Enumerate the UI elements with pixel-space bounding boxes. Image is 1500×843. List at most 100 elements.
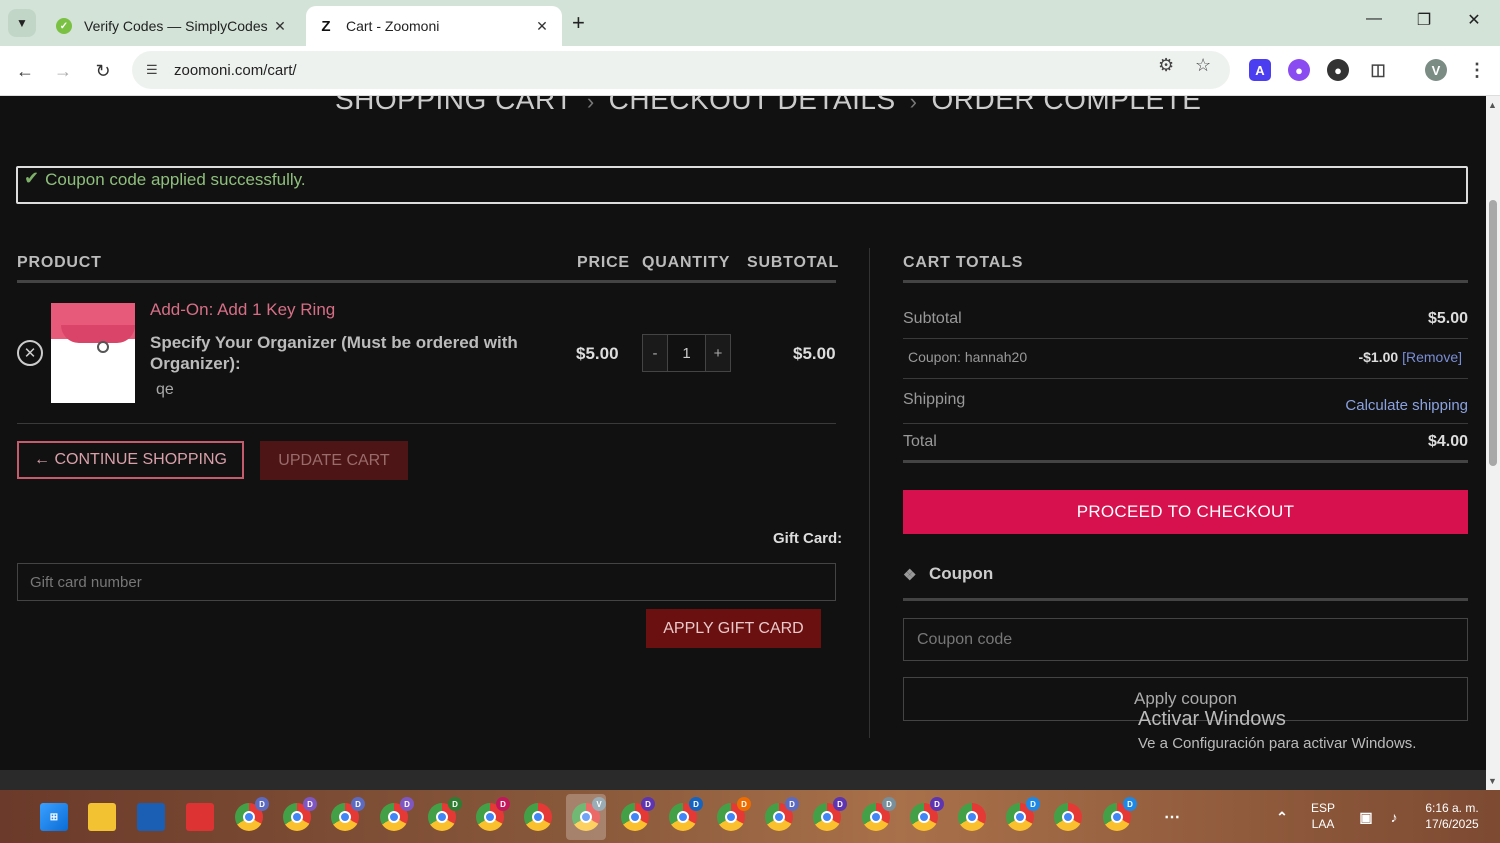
forward-icon[interactable]: →	[50, 58, 76, 84]
scroll-down-icon[interactable]: ▼	[1488, 776, 1497, 786]
divider	[903, 460, 1468, 463]
proceed-to-checkout-button[interactable]: PROCEED TO CHECKOUT	[903, 490, 1468, 534]
vertical-scrollbar[interactable]: ▲ ▼	[1486, 96, 1500, 790]
site-settings-icon[interactable]: ☰	[146, 62, 162, 78]
chrome-taskbar-icon[interactable]	[1054, 803, 1082, 831]
tab-search-button[interactable]: ▼	[8, 9, 36, 37]
chrome-taskbar-icon[interactable]: D	[476, 797, 510, 831]
tab-title: Cart - Zoomoni	[346, 18, 440, 34]
product-option-value: qe	[156, 381, 174, 398]
reload-icon[interactable]: ↻	[90, 58, 116, 84]
chrome-taskbar-icon[interactable]: D	[235, 797, 269, 831]
quantity-decrease-button[interactable]: -	[643, 335, 667, 371]
product-thumbnail[interactable]	[51, 303, 135, 403]
gift-card-input[interactable]	[17, 563, 836, 601]
remove-coupon-link[interactable]: [Remove]	[1402, 349, 1462, 365]
apply-gift-card-button[interactable]: APPLY GIFT CARD	[646, 609, 821, 648]
windows-start-icon[interactable]: ⊞	[40, 803, 68, 831]
chrome-taskbar-icon[interactable]: D	[669, 797, 703, 831]
divider	[903, 280, 1468, 283]
restore-icon[interactable]: ❐	[1412, 10, 1436, 30]
new-tab-button[interactable]: +	[572, 10, 585, 36]
profile-badge: D	[1026, 797, 1040, 811]
chrome-taskbar-icon[interactable]: D	[380, 797, 414, 831]
chrome-taskbar-icon[interactable]: D	[765, 797, 799, 831]
more-menu-icon[interactable]: ⋮	[1466, 59, 1488, 81]
profile-badge: D	[400, 797, 414, 811]
remove-item-button[interactable]: ✕	[17, 340, 43, 366]
page-content: SHOPPING CART › CHECKOUT DETAILS › ORDER COM…	[0, 96, 1486, 770]
minimize-icon[interactable]: —	[1362, 10, 1386, 28]
profile-badge: D	[882, 797, 896, 811]
volume-icon[interactable]: ♪	[1380, 803, 1408, 831]
app-red-icon[interactable]	[186, 803, 214, 831]
continue-shopping-button[interactable]: ← CONTINUE SHOPPING	[17, 441, 244, 479]
quantity-increase-button[interactable]: +	[706, 335, 730, 371]
address-bar[interactable]: ☰ zoomoni.com/cart/	[132, 51, 1230, 89]
browser-tab-bar: ▼ ✓ Verify Codes — SimplyCodes ✕ Z Cart …	[0, 0, 1500, 46]
header-product: PRODUCT	[17, 254, 102, 271]
profile-badge: D	[448, 797, 462, 811]
quantity-input[interactable]: 1	[667, 335, 706, 371]
profile-badge: D	[833, 797, 847, 811]
chrome-taskbar-icon[interactable]: D	[910, 797, 944, 831]
chrome-taskbar-icon[interactable]: D	[1103, 797, 1137, 831]
divider	[17, 423, 836, 424]
chevron-up-icon[interactable]: ⌃	[1268, 803, 1296, 831]
back-icon[interactable]: ←	[12, 58, 38, 84]
extension-purple-icon[interactable]: ●	[1288, 59, 1310, 81]
bookmark-star-icon[interactable]: ☆	[1195, 55, 1211, 76]
step-shopping-cart[interactable]: SHOPPING CART	[335, 96, 573, 115]
language-layout: LAA	[1311, 817, 1335, 831]
header-quantity: QUANTITY	[642, 254, 731, 271]
divider	[903, 378, 1468, 379]
close-icon[interactable]: ✕	[534, 18, 550, 35]
scroll-up-icon[interactable]: ▲	[1488, 100, 1497, 110]
notice-message: Coupon code applied successfully.	[45, 170, 306, 189]
clock-date: 17/6/2025	[1425, 817, 1479, 831]
chrome-taskbar-icon[interactable]: D	[813, 797, 847, 831]
window-close-icon[interactable]: ✕	[1462, 10, 1486, 30]
language-indicator[interactable]: ESP LAA	[1306, 800, 1340, 832]
calculate-shipping-link[interactable]: Calculate shipping	[1345, 397, 1468, 414]
windows-taskbar: ⊞ DDDDDDVDDDDDDDDD ⋯ ⌃ ESP LAA ▣ ♪ 6:16 …	[0, 790, 1500, 843]
checkout-steps: SHOPPING CART › CHECKOUT DETAILS › ORDER COM…	[335, 96, 1201, 116]
step-checkout-details[interactable]: CHECKOUT DETAILS	[609, 96, 896, 115]
file-explorer-icon[interactable]	[88, 803, 116, 831]
profile-avatar[interactable]: V	[1425, 59, 1447, 81]
network-icon[interactable]: ▣	[1352, 803, 1380, 831]
chevron-right-icon: ›	[586, 96, 595, 114]
tab-simplycodes[interactable]: ✓ Verify Codes — SimplyCodes ✕	[44, 6, 300, 46]
cart-totals-heading: CART TOTALS	[903, 254, 1024, 271]
taskbar-more-icon[interactable]: ⋯	[1158, 803, 1186, 831]
translate-icon[interactable]: ⚙	[1158, 55, 1174, 76]
language-code: ESP	[1310, 801, 1335, 815]
tab-zoomoni[interactable]: Z Cart - Zoomoni ✕	[306, 6, 562, 46]
extension-a-icon[interactable]: A	[1249, 59, 1271, 81]
chrome-taskbar-icon[interactable]: D	[1006, 797, 1040, 831]
profile-badge: D	[689, 797, 703, 811]
chrome-taskbar-icon[interactable]: D	[331, 797, 365, 831]
product-option-label: Specify Your Organizer (Must be ordered …	[150, 333, 518, 373]
item-price: $5.00	[576, 344, 619, 363]
header-price: PRICE	[577, 254, 630, 271]
extensions-puzzle-icon[interactable]: ◫	[1367, 59, 1389, 81]
chrome-taskbar-icon[interactable]	[958, 803, 986, 831]
product-name-link[interactable]: Add-On: Add 1 Key Ring	[150, 300, 335, 320]
chrome-taskbar-icon[interactable]: D	[621, 797, 655, 831]
update-cart-button[interactable]: UPDATE CART	[260, 441, 408, 480]
close-icon: ✕	[23, 345, 37, 362]
chrome-taskbar-icon[interactable]	[524, 803, 552, 831]
chrome-taskbar-icon[interactable]: D	[862, 797, 896, 831]
gift-card-label: Gift Card:	[773, 530, 843, 547]
extension-mask-icon[interactable]: ●	[1327, 59, 1349, 81]
coupon-code-input[interactable]	[903, 618, 1468, 661]
chrome-taskbar-icon[interactable]: D	[717, 797, 751, 831]
system-clock[interactable]: 6:16 a. m. 17/6/2025	[1414, 800, 1490, 832]
chrome-taskbar-icon[interactable]: D	[428, 797, 462, 831]
totals-subtotal-label: Subtotal	[903, 310, 962, 327]
scrollbar-thumb[interactable]	[1489, 200, 1497, 466]
store-icon[interactable]	[137, 803, 165, 831]
close-icon[interactable]: ✕	[272, 18, 288, 35]
chrome-taskbar-icon[interactable]: D	[283, 797, 317, 831]
